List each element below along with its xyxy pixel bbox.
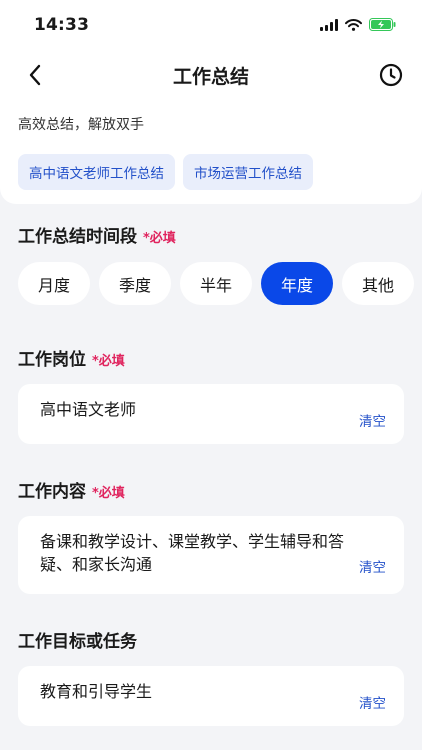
required-mark: *必填 [143, 231, 176, 246]
period-options: 月度 季度 半年 年度 其他 [0, 262, 422, 305]
example-tags: 高中语文老师工作总结 市场运营工作总结 [0, 134, 422, 190]
nav-bar: 工作总结 [0, 50, 422, 100]
content-value[interactable]: 备课和教学设计、课堂教学、学生辅导和答疑、和家长沟通 [40, 530, 359, 576]
header-panel: 14:33 工作总结 高效总结，解放双手 高中语文老师工作总结 市场运营工作总结 [0, 0, 422, 204]
page-title: 工作总结 [172, 65, 249, 88]
section-label: 工作内容 *必填 [0, 477, 422, 502]
period-section: 工作总结时间段 *必填 月度 季度 半年 年度 其他 [0, 222, 422, 305]
required-mark: *必填 [92, 486, 125, 501]
example-tag[interactable]: 高中语文老师工作总结 [18, 154, 175, 190]
section-label: 工作目标或任务 [0, 627, 422, 652]
period-label: 工作总结时间段 [18, 227, 137, 247]
back-icon[interactable] [20, 60, 50, 90]
status-bar: 14:33 [0, 0, 422, 50]
goal-label: 工作目标或任务 [18, 632, 137, 652]
status-icons [320, 16, 396, 35]
example-tag[interactable]: 市场运营工作总结 [183, 154, 313, 190]
period-option-other[interactable]: 其他 [342, 262, 414, 305]
position-value[interactable]: 高中语文老师 [40, 398, 359, 421]
status-time: 14:33 [34, 15, 90, 35]
position-section: 工作岗位 *必填 高中语文老师 清空 [0, 345, 422, 444]
content-input[interactable]: 备课和教学设计、课堂教学、学生辅导和答疑、和家长沟通 清空 [18, 516, 404, 594]
goal-section: 工作目标或任务 教育和引导学生 清空 [0, 627, 422, 726]
period-option-quarter[interactable]: 季度 [99, 262, 171, 305]
period-option-month[interactable]: 月度 [18, 262, 90, 305]
goal-input[interactable]: 教育和引导学生 清空 [18, 666, 404, 726]
content-label: 工作内容 [18, 482, 86, 502]
history-clock-icon[interactable] [376, 60, 406, 90]
goal-value[interactable]: 教育和引导学生 [40, 680, 359, 703]
section-label: 工作总结时间段 *必填 [0, 222, 422, 247]
section-label: 工作岗位 *必填 [0, 345, 422, 370]
content-section: 工作内容 *必填 备课和教学设计、课堂教学、学生辅导和答疑、和家长沟通 清空 [0, 477, 422, 594]
position-label: 工作岗位 [18, 350, 86, 370]
goal-clear-button[interactable]: 清空 [359, 692, 386, 712]
period-option-half-year[interactable]: 半年 [180, 262, 252, 305]
position-clear-button[interactable]: 清空 [359, 410, 386, 430]
signal-icon [320, 16, 338, 35]
battery-charging-icon [369, 16, 396, 35]
wifi-icon [345, 16, 362, 35]
position-input[interactable]: 高中语文老师 清空 [18, 384, 404, 444]
intro-subtitle: 高效总结，解放双手 [18, 117, 144, 133]
content-clear-button[interactable]: 清空 [359, 556, 386, 580]
required-mark: *必填 [92, 354, 125, 369]
period-option-year[interactable]: 年度 [261, 262, 333, 305]
